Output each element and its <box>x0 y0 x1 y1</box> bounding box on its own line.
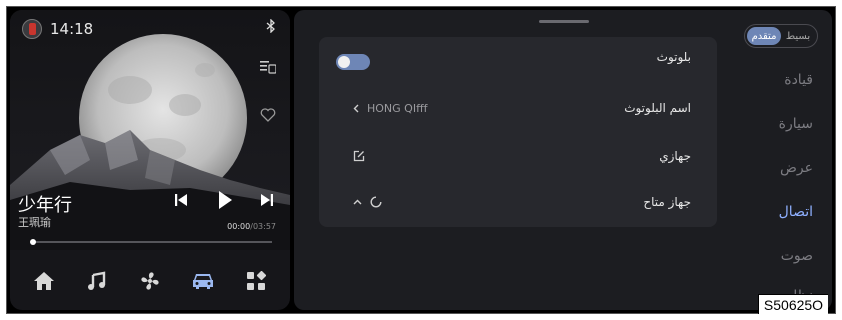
dock-home-button[interactable] <box>26 263 62 299</box>
progress-handle[interactable] <box>30 239 36 245</box>
bluetooth-name-text: HONG QIfff <box>367 102 428 115</box>
bluetooth-name-label: اسم البلوتوث <box>624 101 691 115</box>
bluetooth-icon <box>266 19 275 33</box>
toggle-knob <box>338 56 350 68</box>
bluetooth-name-row[interactable]: اسم البلوتوث HONG QIfff <box>319 88 717 132</box>
track-duration: 03:57 <box>252 222 276 231</box>
settings-panel: بلوتوث اسم البلوتوث HONG QIfff جهازي جها… <box>294 10 832 310</box>
refresh-spinner-icon[interactable] <box>370 196 382 208</box>
my-devices-row[interactable]: جهازي <box>319 136 717 180</box>
bottom-dock <box>10 252 290 310</box>
nav-display[interactable]: عرض <box>780 160 813 176</box>
next-track-icon[interactable] <box>260 192 274 208</box>
nav-driving[interactable]: قيادة <box>784 72 813 88</box>
media-panel: 14:18 少年行 王珮瑜 00:00/03:57 <box>10 10 290 310</box>
mode-simple-option[interactable]: بسيط <box>781 27 815 45</box>
bluetooth-label: بلوتوث <box>656 50 691 64</box>
previous-track-icon[interactable] <box>174 192 188 208</box>
song-artist: 王珮瑜 <box>18 216 51 229</box>
bluetooth-name-value: HONG QIfff <box>353 102 428 115</box>
panel-drag-handle[interactable] <box>539 20 589 23</box>
nav-vehicle[interactable]: سيارة <box>779 116 813 132</box>
my-devices-edit[interactable] <box>353 150 365 162</box>
nav-sound[interactable]: صوت <box>781 248 813 264</box>
bluetooth-toggle[interactable] <box>336 54 370 70</box>
nav-connection[interactable]: اتصال <box>779 204 813 220</box>
mode-switch[interactable]: بسيط متقدم <box>744 24 818 48</box>
dock-music-button[interactable] <box>79 263 115 299</box>
status-bar: 14:18 <box>22 19 93 39</box>
music-icon <box>88 271 106 290</box>
figure-code-label: S50625O <box>758 294 828 314</box>
chevron-up-icon[interactable] <box>353 199 362 205</box>
available-devices-controls <box>353 196 382 208</box>
screen-frame: 14:18 少年行 王珮瑜 00:00/03:57 بلوتوث اسم الب… <box>6 6 836 314</box>
status-time: 14:18 <box>50 20 94 38</box>
play-icon[interactable] <box>217 190 233 210</box>
apps-icon <box>246 271 266 290</box>
dock-apps-button[interactable] <box>238 263 274 299</box>
edit-icon <box>353 150 365 162</box>
dock-fan-button[interactable] <box>132 263 168 299</box>
progress-bar[interactable] <box>32 241 272 243</box>
playlist-icon[interactable] <box>260 60 276 74</box>
my-devices-label: جهازي <box>659 149 691 163</box>
available-devices-row[interactable]: جهاز متاح <box>319 182 717 226</box>
elapsed-time: 00:00 <box>227 222 251 231</box>
home-icon <box>34 272 55 290</box>
bluetooth-row[interactable]: بلوتوث <box>319 37 717 81</box>
mode-advanced-option[interactable]: متقدم <box>747 27 781 45</box>
chevron-left-icon <box>353 104 359 113</box>
connection-settings-card: بلوتوث اسم البلوتوث HONG QIfff جهازي جها… <box>319 37 717 227</box>
favorite-heart-icon[interactable] <box>260 108 276 122</box>
fan-icon <box>141 272 159 290</box>
car-icon <box>192 274 213 289</box>
brand-logo-icon <box>22 19 42 39</box>
track-time: 00:00/03:57 <box>227 222 276 231</box>
available-devices-label: جهاز متاح <box>643 195 691 209</box>
dock-car-button[interactable] <box>185 263 221 299</box>
